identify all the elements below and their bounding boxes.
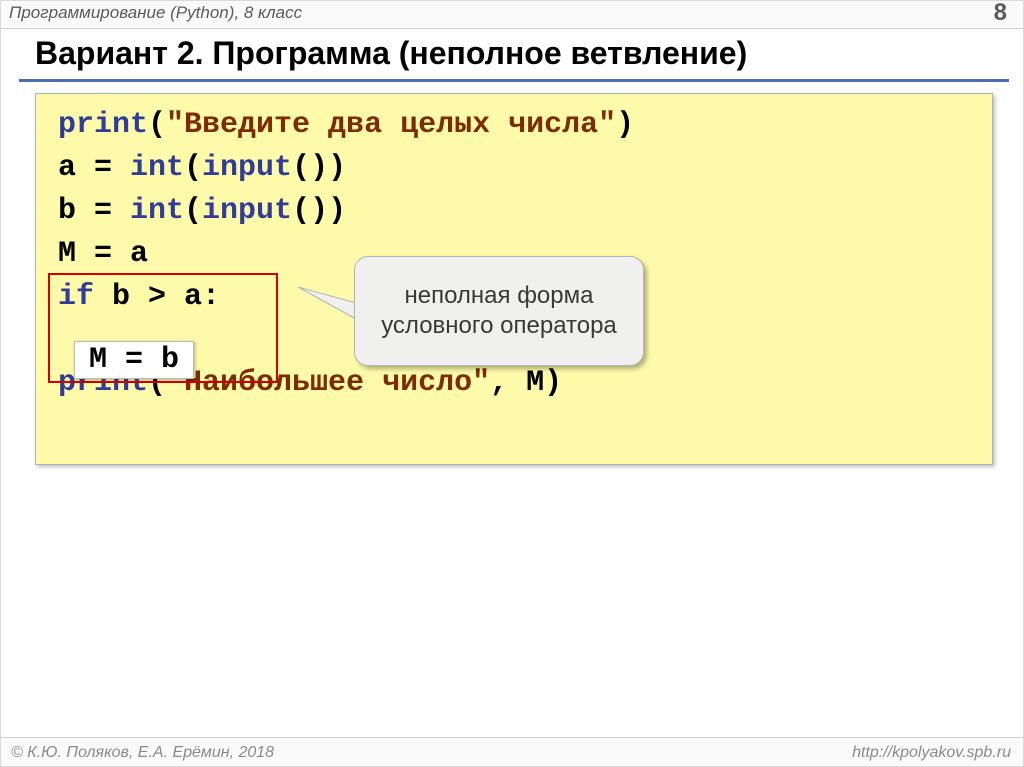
- tok-string: "Введите два целых числа": [166, 108, 616, 142]
- footer-copyright: © К.Ю. Поляков, Е.А. Ерёмин, 2018: [11, 744, 274, 762]
- slide-title: Вариант 2. Программа (неполное ветвление…: [35, 35, 747, 72]
- tok-string: "Наибольшее число": [166, 366, 490, 400]
- page-number: 8: [994, 0, 1007, 27]
- title-underline: [19, 79, 1009, 82]
- tok-if: if: [58, 280, 94, 314]
- footer-bar: © К.Ю. Поляков, Е.А. Ерёмин, 2018 http:/…: [1, 737, 1023, 766]
- code-body-box: M = b: [74, 341, 194, 379]
- footer-url: http://kpolyakov.spb.ru: [852, 744, 1011, 762]
- slide: Программирование (Python), 8 класс 8 Вар…: [0, 0, 1024, 767]
- callout-text: неполная форма условного оператора: [367, 281, 631, 341]
- header-course: Программирование (Python), 8 класс: [9, 3, 302, 23]
- tok-print: print: [58, 108, 148, 142]
- callout-box: неполная форма условного оператора: [354, 256, 644, 366]
- header-bar: Программирование (Python), 8 класс 8: [1, 1, 1023, 29]
